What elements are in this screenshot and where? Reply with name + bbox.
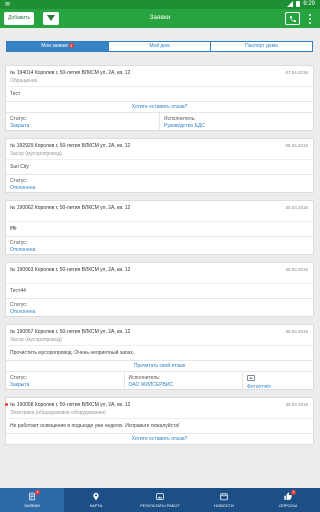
status-bar: ✉ 6:29 xyxy=(0,0,320,9)
nav-label: ОПРОСЫ xyxy=(278,503,298,508)
tab-house-passport[interactable]: Паспорт дома xyxy=(211,42,312,51)
request-text: Тест xyxy=(6,86,313,101)
tab-bar: Мои заявки 4 Мой дом Паспорт дома xyxy=(6,41,313,52)
request-date: 07.04.2016 xyxy=(285,70,308,75)
request-text: Прочистить мусоропровод. Очень неприятны… xyxy=(6,345,313,360)
nav-polls[interactable]: 2 ОПРОСЫ xyxy=(256,488,320,512)
request-title: № 194014 Королев г, 50-летия ВЛКСМ ул, 2… xyxy=(10,70,131,76)
request-date: 30.03.2016 xyxy=(285,205,308,210)
request-text: Тест44 xyxy=(6,283,313,298)
request-date: 30.03.2016 xyxy=(285,329,308,334)
tab-my-house[interactable]: Мой дом xyxy=(109,42,211,51)
signal-icon xyxy=(287,1,294,7)
request-card[interactable]: № 194014 Королев г, 50-летия ВЛКСМ ул, 2… xyxy=(5,65,314,131)
request-text: Sun City xyxy=(6,159,313,174)
nav-badge: 2 xyxy=(291,490,296,495)
request-card[interactable]: № 190062 Королев г, 50-летия ВЛКСМ ул, 2… xyxy=(5,200,314,255)
nav-label: РЕЗУЛЬТАТЫ РАБОТ xyxy=(140,503,180,508)
status-cell: Статус: Отклонена xyxy=(6,237,313,254)
nav-map[interactable]: КАРТА xyxy=(64,488,128,512)
executor-value[interactable]: Руководство ЕДС xyxy=(164,123,309,129)
overflow-menu-button[interactable] xyxy=(306,13,314,24)
request-date: 30.03.2016 xyxy=(285,267,308,272)
nav-results[interactable]: РЕЗУЛЬТАТЫ РАБОТ xyxy=(128,488,192,512)
nav-badge: 4 xyxy=(35,490,40,495)
status-cell: Статус: Закрыта xyxy=(6,372,125,389)
request-category: Засор (мусоропровод) xyxy=(10,337,62,343)
request-category: Обращение xyxy=(10,78,38,84)
request-title: № 192929 Королев г, 50-летия ВЛКСМ ул, 2… xyxy=(10,143,131,149)
request-text: ffffr xyxy=(6,221,313,236)
tab-my-requests[interactable]: Мои заявки 4 xyxy=(7,42,109,51)
app-header: Добавить Заявки xyxy=(0,9,320,28)
status-cell: Статус: Отклонена xyxy=(6,299,313,316)
mail-icon: ✉ xyxy=(5,2,11,8)
request-date: 30.03.2016 xyxy=(285,402,308,407)
map-pin-icon xyxy=(93,492,99,501)
status-value: Отклонена xyxy=(10,185,36,191)
executor-cell: Исполнитель: ОАО ЖИЛСЕРВИС xyxy=(125,372,243,389)
nav-label: ЗАЯВКИ xyxy=(24,503,40,508)
clock: 6:29 xyxy=(303,1,315,7)
status-icons: 6:29 xyxy=(287,1,315,7)
request-title: № 190062 Королев г, 50-летия ВЛКСМ ул, 2… xyxy=(10,205,131,211)
read-feedback-link[interactable]: Прочитать свой отзыв xyxy=(6,360,313,371)
nav-label: НОВОСТИ xyxy=(214,503,234,508)
requests-list: № 194014 Королев г, 50-летия ВЛКСМ ул, 2… xyxy=(5,65,314,452)
request-title: № 190063 Королев г, 50-летия ВЛКСМ ул, 2… xyxy=(10,267,131,273)
request-card[interactable]: № 190058 Королев г, 50-летия ВЛКСМ ул, 2… xyxy=(5,397,314,445)
photo-report-cell[interactable]: Фотоотчёт xyxy=(243,372,313,390)
status-cell: Статус: Закрыта xyxy=(6,113,160,130)
photo-icon xyxy=(247,375,255,381)
calendar-icon xyxy=(220,493,228,501)
bottom-navigation: 4 ЗАЯВКИ КАРТА РЕЗУЛЬТАТЫ РАБОТ НОВОСТИ … xyxy=(0,488,320,512)
request-date: 05.04.2016 xyxy=(285,143,308,148)
nav-label: КАРТА xyxy=(89,503,103,508)
request-title: № 190058 Королев г, 50-летия ВЛКСМ ул, 2… xyxy=(10,402,131,408)
unread-badge: 4 xyxy=(68,43,74,49)
request-category: Электрика (общедомовое оборудование) xyxy=(10,410,106,416)
executor-cell: Исполнитель: Руководство ЕДС xyxy=(160,113,313,130)
leave-feedback-link[interactable]: Хотите оставить отзыв? xyxy=(6,433,313,444)
status-value: Закрыта xyxy=(10,123,30,129)
status-value: Отклонена xyxy=(10,309,36,315)
request-category: Засор (мусоропровод) xyxy=(10,151,62,157)
status-value: Закрыта xyxy=(10,382,30,388)
phone-icon xyxy=(290,16,296,22)
leave-feedback-link[interactable]: Хотите оставить отзыв? xyxy=(6,101,313,112)
status-value: Отклонена xyxy=(10,247,36,253)
status-cell: Статус: Отклонена xyxy=(6,175,313,192)
request-card[interactable]: № 192929 Королев г, 50-летия ВЛКСМ ул, 2… xyxy=(5,138,314,193)
page-title: Заявки xyxy=(149,14,171,21)
image-icon xyxy=(156,493,164,500)
battery-icon xyxy=(296,1,301,7)
request-card[interactable]: № 190063 Королев г, 50-летия ВЛКСМ ул, 2… xyxy=(5,262,314,317)
executor-value[interactable]: ОАО ЖИЛСЕРВИС xyxy=(129,382,239,388)
request-title: № 190057 Королев г, 50-летия ВЛКСМ ул, 2… xyxy=(10,329,131,335)
call-button[interactable] xyxy=(285,12,300,25)
request-text: Не работает освещение в подъезде уже нед… xyxy=(6,418,313,433)
nav-requests[interactable]: 4 ЗАЯВКИ xyxy=(0,488,64,512)
nav-news[interactable]: НОВОСТИ xyxy=(192,488,256,512)
photo-report-link[interactable]: Фотоотчёт xyxy=(247,384,309,390)
request-card[interactable]: № 190057 Королев г, 50-летия ВЛКСМ ул, 2… xyxy=(5,324,314,390)
